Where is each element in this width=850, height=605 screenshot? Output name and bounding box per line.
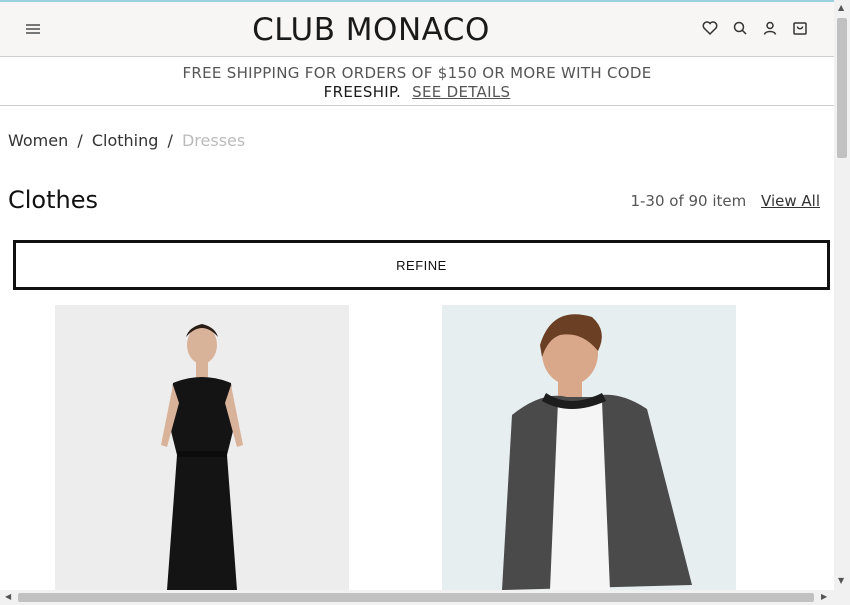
scroll-down-arrow[interactable]: ▼ (838, 576, 844, 585)
brand-logo[interactable]: CLUB MONACO (0, 12, 742, 48)
jacket-model-illustration (502, 314, 692, 590)
breadcrumb: Women / Clothing / Dresses (8, 131, 245, 150)
account-icon[interactable] (762, 20, 778, 36)
vertical-scrollbar[interactable]: ▲ ▼ (834, 0, 850, 590)
refine-button[interactable]: REFINE (13, 240, 830, 290)
product-image-dress[interactable] (55, 305, 349, 590)
horizontal-scrollbar[interactable]: ◀ ▶ (0, 590, 850, 605)
header-icons (702, 20, 808, 36)
breadcrumb-clothing[interactable]: Clothing (92, 131, 159, 150)
page-title: Clothes (8, 186, 98, 214)
breadcrumb-dresses: Dresses (181, 131, 246, 150)
vertical-scroll-thumb[interactable] (837, 18, 847, 158)
promo-banner: FREE SHIPPING FOR ORDERS OF $150 OR MORE… (0, 58, 834, 106)
breadcrumb-separator: / (77, 131, 83, 150)
view-all-link[interactable]: View All (761, 192, 820, 210)
promo-code: FREESHIP. (323, 83, 402, 101)
item-count: 1-30 of 90 item View All (630, 192, 820, 210)
scroll-up-arrow[interactable]: ▲ (838, 3, 844, 12)
breadcrumb-women[interactable]: Women (8, 131, 68, 150)
scroll-left-arrow[interactable]: ◀ (5, 592, 11, 601)
horizontal-scroll-thumb[interactable] (18, 593, 814, 602)
dress-model-illustration (161, 324, 243, 590)
breadcrumb-separator: / (167, 131, 173, 150)
see-details-link[interactable]: SEE DETAILS (412, 83, 510, 101)
site-header: CLUB MONACO (0, 2, 834, 57)
scroll-right-arrow[interactable]: ▶ (821, 592, 827, 601)
cart-icon[interactable] (792, 20, 808, 36)
item-count-text: 1-30 of 90 item (630, 192, 747, 210)
search-icon[interactable] (732, 20, 748, 36)
promo-text: FREE SHIPPING FOR ORDERS OF $150 OR MORE… (182, 64, 652, 82)
heart-icon[interactable] (702, 20, 718, 36)
product-image-jacket[interactable] (442, 305, 736, 590)
